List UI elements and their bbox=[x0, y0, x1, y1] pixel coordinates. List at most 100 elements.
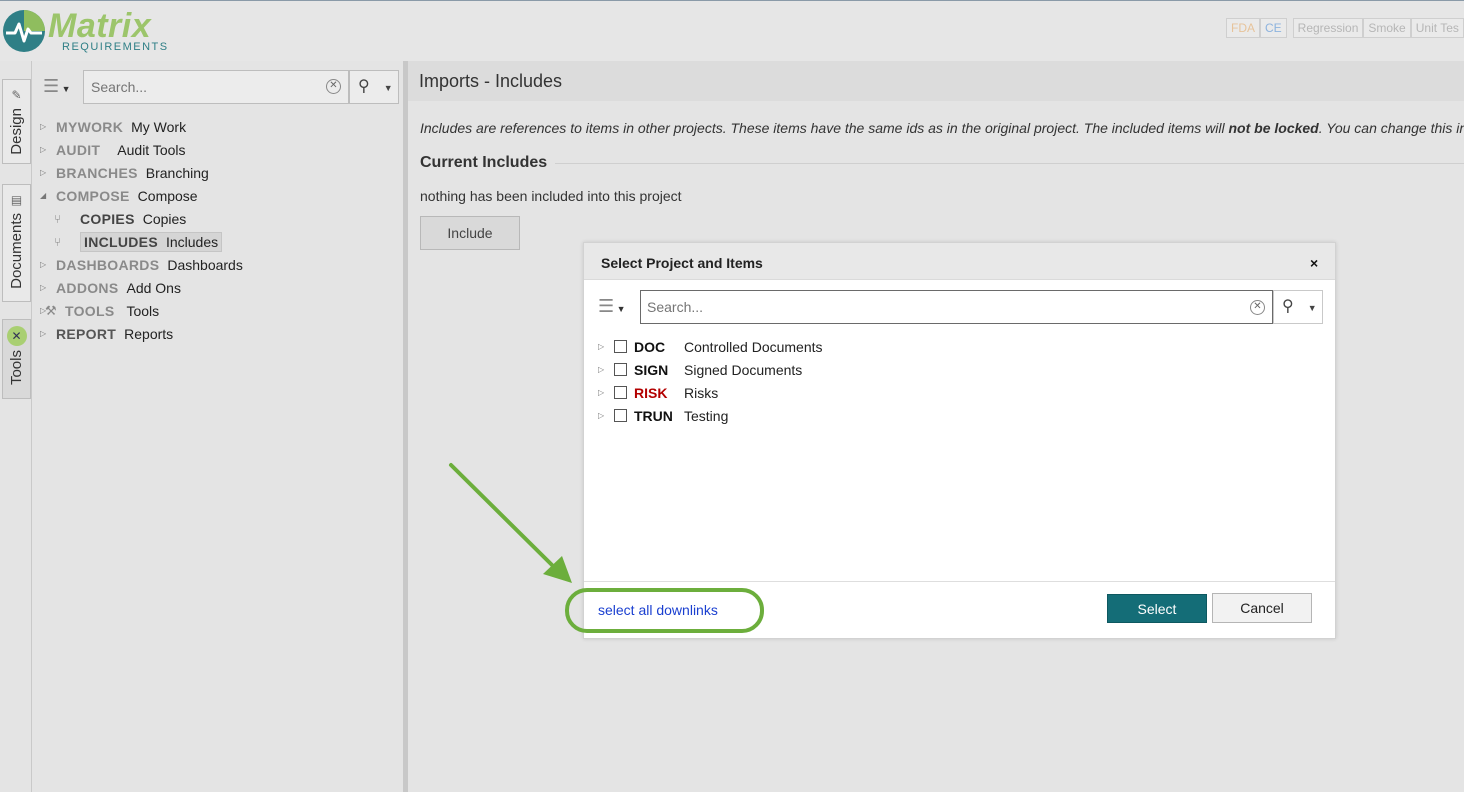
tree-item-label: Reports bbox=[124, 325, 174, 342]
tree-item-includes[interactable]: ⑂ INCLUDES Includes bbox=[40, 230, 243, 253]
tree-item-audit[interactable]: ▷ AUDIT Audit Tools bbox=[40, 138, 243, 161]
tree-item-tools[interactable]: ▷ ⚒ TOOLS Tools bbox=[40, 299, 243, 322]
expand-icon[interactable]: ▷ bbox=[40, 122, 56, 131]
dialog-item-trun[interactable]: ▷ TRUN Testing bbox=[598, 404, 823, 427]
tag-smoke[interactable]: Smoke bbox=[1363, 18, 1411, 38]
dialog-search-button[interactable]: ⚲ ▼ bbox=[1273, 290, 1323, 324]
dialog-item-risk[interactable]: ▷ RISK Risks bbox=[598, 381, 823, 404]
tab-documents-label: Documents bbox=[8, 213, 25, 289]
dialog-search-input[interactable] bbox=[640, 290, 1273, 324]
tree-item-compose[interactable]: ◢ COMPOSE Compose bbox=[40, 184, 243, 207]
label-tags: FDA CE Regression Smoke Unit Tes bbox=[1226, 18, 1464, 38]
expand-icon[interactable]: ▷ bbox=[40, 283, 56, 292]
search-icon: ⚲ bbox=[358, 78, 370, 95]
tree-item-code: COPIES bbox=[80, 210, 135, 227]
expand-icon[interactable]: ▷ bbox=[598, 342, 614, 351]
tree-view-dropdown-icon[interactable]: ☰ ▼ bbox=[43, 76, 83, 98]
collapse-icon[interactable]: ◢ bbox=[40, 191, 56, 200]
item-label: Testing bbox=[684, 407, 729, 424]
top-bar: Matrix REQUIREMENTS FDA CE Regression Sm… bbox=[0, 0, 1464, 61]
search-icon: ⚲ bbox=[1282, 298, 1294, 315]
close-icon[interactable]: × bbox=[1310, 255, 1318, 271]
expand-icon[interactable]: ▷ bbox=[40, 329, 56, 338]
dialog-item-doc[interactable]: ▷ DOC Controlled Documents bbox=[598, 335, 823, 358]
tree-item-code: TOOLS bbox=[65, 302, 115, 319]
item-code: RISK bbox=[634, 384, 668, 401]
tree-item-code: COMPOSE bbox=[56, 187, 130, 204]
item-code: DOC bbox=[634, 338, 666, 355]
logo-subtitle: REQUIREMENTS bbox=[62, 41, 169, 53]
tree-item-mywork[interactable]: ▷ MYWORK My Work bbox=[40, 115, 243, 138]
item-checkbox[interactable] bbox=[614, 363, 627, 376]
search-button[interactable]: ⚲ ▼ bbox=[349, 70, 399, 104]
page-title: Imports - Includes bbox=[419, 71, 563, 91]
tree-item-code: MYWORK bbox=[56, 118, 124, 135]
pencil-icon: ✎ bbox=[11, 88, 22, 102]
tree-item-label: Audit Tools bbox=[117, 141, 186, 158]
tag-fda[interactable]: FDA bbox=[1226, 18, 1260, 38]
tree-item-branches[interactable]: ▷ BRANCHES Branching bbox=[40, 161, 243, 184]
empty-includes-message: nothing has been included into this proj… bbox=[420, 188, 682, 204]
item-label: Signed Documents bbox=[684, 361, 803, 378]
tab-tools[interactable]: ✕ Tools bbox=[2, 319, 31, 399]
branch-icon: ⑂ bbox=[54, 211, 62, 226]
tree-item-label: Branching bbox=[145, 164, 209, 181]
tree-item-dashboards[interactable]: ▷ DASHBOARDS Dashboards bbox=[40, 253, 243, 276]
selected-highlight: INCLUDES Includes bbox=[80, 231, 223, 252]
tree-item-code: DASHBOARDS bbox=[56, 256, 160, 273]
tag-ce[interactable]: CE bbox=[1260, 18, 1287, 38]
tree-item-code: BRANCHES bbox=[56, 164, 138, 181]
tag-unit-test[interactable]: Unit Tes bbox=[1410, 18, 1464, 38]
expand-icon[interactable]: ▷ bbox=[598, 365, 614, 374]
chevron-down-icon: ▼ bbox=[1307, 303, 1317, 313]
tree-item-label: Tools bbox=[126, 302, 160, 319]
tree-item-label: Compose bbox=[137, 187, 198, 204]
select-all-downlinks-link[interactable]: select all downlinks bbox=[598, 602, 718, 618]
item-label: Risks bbox=[684, 384, 719, 401]
select-project-dialog: Select Project and Items × ☰ ▼ ✕ ⚲▼ ▷DOC… bbox=[583, 242, 1336, 639]
tree-item-code: INCLUDES bbox=[84, 233, 158, 250]
section-divider bbox=[555, 163, 1464, 164]
page-header: Imports - Includes bbox=[408, 61, 1464, 101]
clear-search-icon[interactable]: ✕ bbox=[326, 79, 341, 94]
tab-documents[interactable]: ▤ Documents bbox=[2, 184, 31, 302]
item-checkbox[interactable] bbox=[614, 409, 627, 422]
tree-item-report[interactable]: ▷ REPORT Reports bbox=[40, 322, 243, 345]
tree-search-bar: ☰ ▼ ✕ ⚲▼ bbox=[43, 70, 399, 104]
tree-item-label: Add Ons bbox=[126, 279, 181, 296]
tab-tools-label: Tools bbox=[8, 350, 25, 386]
intro-text-bold: not be locked bbox=[1228, 120, 1319, 136]
item-checkbox[interactable] bbox=[614, 386, 627, 399]
vertical-tab-bar: ✎ Design ▤ Documents ✕ Tools bbox=[0, 61, 32, 792]
chevron-down-icon: ▼ bbox=[383, 83, 393, 93]
expand-icon[interactable]: ▷ bbox=[40, 145, 56, 154]
tree-search-input[interactable] bbox=[83, 70, 349, 104]
cancel-button[interactable]: Cancel bbox=[1212, 593, 1312, 623]
intro-text-end: . You can change this in the include bbox=[1318, 120, 1464, 136]
expand-icon[interactable]: ▷ bbox=[40, 260, 56, 269]
include-button[interactable]: Include bbox=[420, 216, 520, 250]
tag-regression[interactable]: Regression bbox=[1292, 18, 1364, 38]
clear-search-icon[interactable]: ✕ bbox=[1250, 300, 1265, 315]
dialog-search-bar: ☰ ▼ ✕ ⚲▼ bbox=[596, 290, 1324, 324]
expand-icon[interactable]: ▷ bbox=[598, 388, 614, 397]
matrix-logo[interactable]: Matrix REQUIREMENTS bbox=[2, 7, 182, 57]
tab-design[interactable]: ✎ Design bbox=[2, 79, 31, 164]
intro-text-start: Includes are references to items in othe… bbox=[420, 120, 1229, 136]
tree-item-label: Includes bbox=[165, 233, 219, 250]
dialog-title: Select Project and Items bbox=[601, 255, 763, 271]
document-icon: ▤ bbox=[10, 193, 23, 207]
select-button[interactable]: Select bbox=[1107, 594, 1207, 623]
dialog-item-sign[interactable]: ▷ SIGN Signed Documents bbox=[598, 358, 823, 381]
tree-item-label: Copies bbox=[142, 210, 187, 227]
expand-icon[interactable]: ▷ bbox=[598, 411, 614, 420]
tree-item-copies[interactable]: ⑂ COPIES Copies bbox=[40, 207, 243, 230]
item-label: Controlled Documents bbox=[684, 338, 823, 355]
project-tree: ▷ MYWORK My Work ▷ AUDIT Audit Tools ▷ BRANCH… bbox=[40, 115, 243, 345]
item-code: SIGN bbox=[634, 361, 669, 378]
tree-view-dropdown-icon[interactable]: ☰ ▼ bbox=[598, 296, 638, 318]
tree-item-addons[interactable]: ▷ ADDONS Add Ons bbox=[40, 276, 243, 299]
expand-icon[interactable]: ▷ bbox=[40, 168, 56, 177]
dialog-footer-divider bbox=[584, 581, 1335, 582]
item-checkbox[interactable] bbox=[614, 340, 627, 353]
